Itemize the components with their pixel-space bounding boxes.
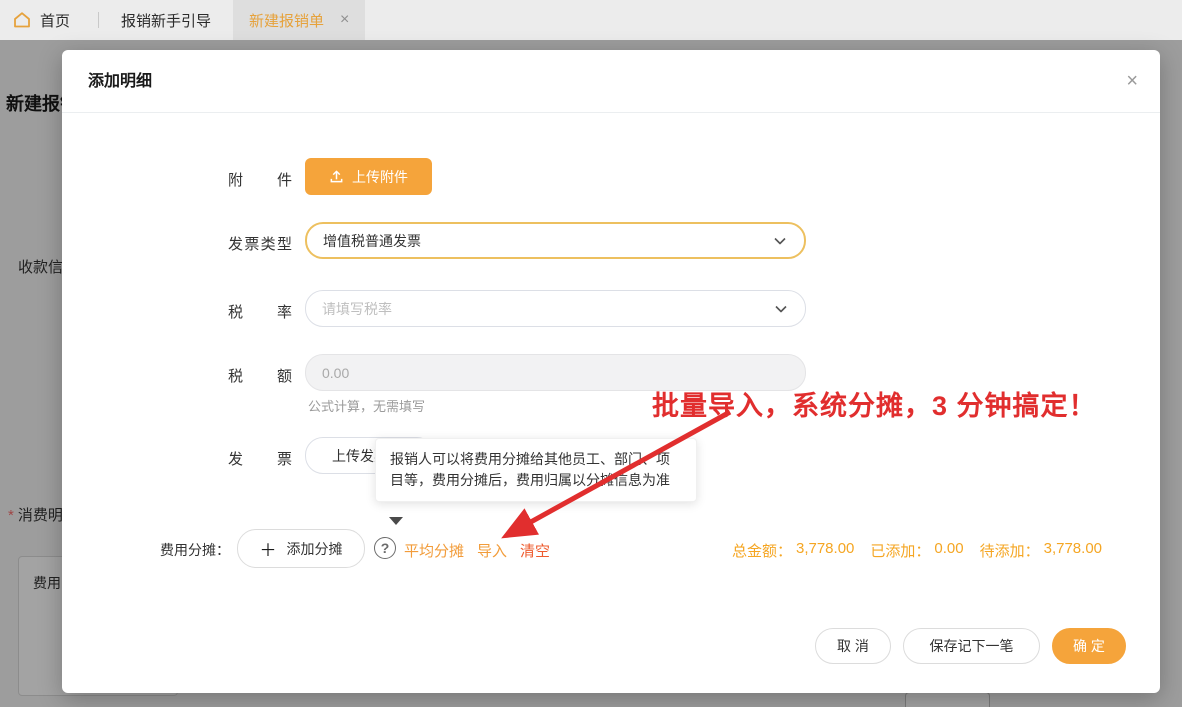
clear-link[interactable]: 清空 (520, 540, 550, 561)
home-tab[interactable]: 首页 (0, 10, 70, 31)
allocation-links: 平均分摊 导入 清空 (404, 540, 550, 561)
plus-icon: ＋ (260, 536, 277, 561)
active-tab-label: 新建报销单 (249, 10, 324, 31)
import-link[interactable]: 导入 (477, 540, 507, 561)
added-amount: 已添加：0.00 (870, 540, 963, 561)
tax-rate-label: 税率 (228, 301, 292, 322)
add-allocation-label: 添加分摊 (287, 539, 343, 559)
tooltip-caret (389, 517, 403, 525)
tax-amount-value: 0.00 (322, 365, 789, 381)
modal-header: 添加明细 × (62, 50, 1160, 113)
invoice-label: 发票 (228, 448, 292, 469)
confirm-button[interactable]: 确 定 (1052, 628, 1126, 664)
allocation-tooltip: 报销人可以将费用分摊给其他员工、部门、项目等，费用分摊后，费用归属以分摊信息为准 (375, 438, 697, 502)
tab-close-icon[interactable]: × (340, 11, 349, 29)
invoice-type-select[interactable]: 增值税普通发票 (305, 222, 806, 259)
home-tab-label: 首页 (40, 10, 70, 31)
chevron-down-icon (772, 233, 788, 249)
cancel-button[interactable]: 取 消 (815, 628, 891, 664)
pending-amount: 待添加：3,778.00 (980, 540, 1102, 561)
help-icon[interactable]: ? (374, 537, 396, 559)
tax-rate-select[interactable]: 请填写税率 (305, 290, 806, 327)
save-and-next-button[interactable]: 保存记下一笔 (903, 628, 1040, 664)
modal-close-icon[interactable]: × (1126, 50, 1138, 113)
total-amount: 总金额：3,778.00 (732, 540, 854, 561)
tax-rate-placeholder: 请填写税率 (322, 299, 773, 319)
add-allocation-button[interactable]: ＋ 添加分摊 (237, 529, 365, 568)
annotation-text: 批量导入，系统分摊，3 分钟搞定！ (652, 384, 1182, 423)
modal-footer: 取 消 保存记下一笔 确 定 (815, 628, 1126, 664)
upload-attachment-label: 上传附件 (352, 167, 408, 187)
tax-amount-hint: 公式计算，无需填写 (308, 396, 425, 415)
upload-icon (329, 169, 344, 184)
average-allocation-link[interactable]: 平均分摊 (404, 540, 464, 561)
attachment-label: 附件 (228, 169, 292, 190)
invoice-type-label: 发票类型 (228, 233, 292, 254)
home-icon (12, 10, 32, 30)
chevron-down-icon (773, 301, 789, 317)
upload-attachment-button[interactable]: 上传附件 (305, 158, 432, 195)
allocation-totals: 总金额：3,778.00 已添加：0.00 待添加：3,778.00 (732, 540, 1102, 561)
modal-title: 添加明细 (88, 50, 152, 113)
guide-tab[interactable]: 报销新手引导 (121, 10, 211, 31)
add-detail-modal: 添加明细 × 附件 上传附件 发票类型 增值税普通发票 税率 请填写税率 税额 … (62, 50, 1160, 693)
invoice-type-value: 增值税普通发票 (323, 231, 772, 251)
allocation-label: 费用分摊： (160, 540, 230, 560)
active-tab-new-expense[interactable]: 新建报销单 × (233, 0, 365, 40)
tax-amount-label: 税额 (228, 365, 292, 386)
topbar-divider (98, 12, 99, 28)
top-tab-bar: 首页 报销新手引导 新建报销单 × (0, 0, 1182, 40)
